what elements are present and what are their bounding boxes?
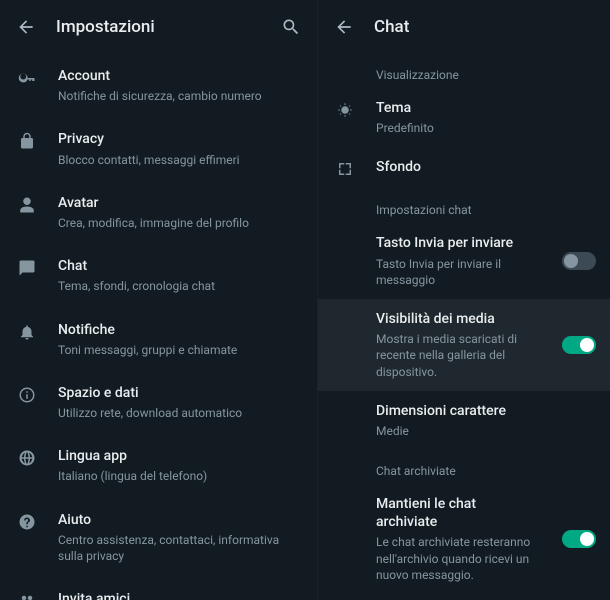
settings-panel: Impostazioni Account Notifiche di sicure… bbox=[0, 0, 318, 600]
avatar-icon bbox=[18, 194, 36, 231]
key-icon bbox=[18, 67, 36, 104]
item-sub: Predefinito bbox=[376, 120, 596, 136]
back-icon[interactable] bbox=[332, 15, 356, 39]
item-title: Tema bbox=[376, 99, 596, 117]
search-icon[interactable] bbox=[279, 15, 303, 39]
enter-to-send-item[interactable]: Tasto Invia per inviare Tasto Invia per … bbox=[318, 223, 610, 299]
data-icon bbox=[18, 384, 36, 421]
people-icon bbox=[18, 590, 36, 600]
globe-icon bbox=[18, 447, 36, 484]
item-sub: Mostra i media scaricati di recente nell… bbox=[376, 331, 532, 380]
item-sub: Centro assistenza, contattaci, informati… bbox=[58, 532, 303, 564]
item-title: Avatar bbox=[58, 194, 303, 212]
settings-item-help[interactable]: Aiuto Centro assistenza, contattaci, inf… bbox=[0, 498, 317, 578]
help-icon bbox=[18, 511, 36, 565]
item-title: Account bbox=[58, 67, 303, 85]
item-sub: Le chat archiviate resteranno nell'archi… bbox=[376, 534, 532, 583]
keep-toggle[interactable] bbox=[562, 530, 596, 548]
item-sub: Notifiche di sicurezza, cambio numero bbox=[58, 88, 303, 104]
wallpaper-icon bbox=[336, 158, 354, 178]
item-title: Privacy bbox=[58, 130, 303, 148]
bell-icon bbox=[18, 321, 36, 358]
settings-title: Impostazioni bbox=[56, 17, 155, 37]
section-display: Visualizzazione bbox=[318, 54, 610, 88]
item-sub: Italiano (lingua del telefono) bbox=[58, 468, 303, 484]
item-sub: Blocco contatti, messaggi effimeri bbox=[58, 152, 303, 168]
lock-icon bbox=[18, 130, 36, 167]
backup-item[interactable]: Backup delle chat bbox=[318, 594, 610, 600]
item-title: Aiuto bbox=[58, 511, 303, 529]
section-archived: Chat archiviate bbox=[318, 450, 610, 484]
chat-icon bbox=[18, 257, 36, 294]
item-title: Invita amici bbox=[58, 590, 303, 600]
settings-item-language[interactable]: Lingua app Italiano (lingua del telefono… bbox=[0, 434, 317, 497]
item-sub: Toni messaggi, gruppi e chiamate bbox=[58, 342, 303, 358]
item-title: Lingua app bbox=[58, 447, 303, 465]
section-chat: Impostazioni chat bbox=[318, 189, 610, 223]
settings-item-avatar[interactable]: Avatar Crea, modifica, immagine del prof… bbox=[0, 181, 317, 244]
item-title: Sfondo bbox=[376, 158, 596, 176]
wallpaper-item[interactable]: Sfondo bbox=[318, 147, 610, 189]
font-size-item[interactable]: Dimensioni carattere Medie bbox=[318, 391, 610, 450]
item-title: Notifiche bbox=[58, 321, 303, 339]
item-title: Visibilità dei media bbox=[376, 310, 532, 328]
back-icon[interactable] bbox=[14, 15, 38, 39]
media-toggle[interactable] bbox=[562, 336, 596, 354]
media-visibility-item[interactable]: Visibilità dei media Mostra i media scar… bbox=[318, 299, 610, 391]
enter-toggle[interactable] bbox=[562, 252, 596, 270]
item-sub: Medie bbox=[376, 423, 596, 439]
item-title: Spazio e dati bbox=[58, 384, 303, 402]
settings-item-privacy[interactable]: Privacy Blocco contatti, messaggi effime… bbox=[0, 117, 317, 180]
settings-item-account[interactable]: Account Notifiche di sicurezza, cambio n… bbox=[0, 54, 317, 117]
item-title: Dimensioni carattere bbox=[376, 402, 596, 420]
chat-settings-panel: Chat Visualizzazione Tema Predefinito Sf… bbox=[318, 0, 610, 600]
chat-header: Chat bbox=[318, 0, 610, 54]
item-sub: Utilizzo rete, download automatico bbox=[58, 405, 303, 421]
settings-item-chat[interactable]: Chat Tema, sfondi, cronologia chat bbox=[0, 244, 317, 307]
item-title: Tasto Invia per inviare bbox=[376, 234, 532, 252]
item-title: Chat bbox=[58, 257, 303, 275]
settings-header: Impostazioni bbox=[0, 0, 317, 54]
item-title: Mantieni le chat archiviate bbox=[376, 495, 532, 531]
item-sub: Crea, modifica, immagine del profilo bbox=[58, 215, 303, 231]
item-sub: Tema, sfondi, cronologia chat bbox=[58, 278, 303, 294]
settings-item-storage[interactable]: Spazio e dati Utilizzo rete, download au… bbox=[0, 371, 317, 434]
theme-icon bbox=[336, 99, 354, 136]
keep-archived-item[interactable]: Mantieni le chat archiviate Le chat arch… bbox=[318, 484, 610, 594]
settings-item-notifications[interactable]: Notifiche Toni messaggi, gruppi e chiama… bbox=[0, 308, 317, 371]
item-sub: Tasto Invia per inviare il messaggio bbox=[376, 256, 532, 288]
settings-item-invite[interactable]: Invita amici bbox=[0, 577, 317, 600]
chat-title: Chat bbox=[374, 17, 409, 37]
theme-item[interactable]: Tema Predefinito bbox=[318, 88, 610, 147]
